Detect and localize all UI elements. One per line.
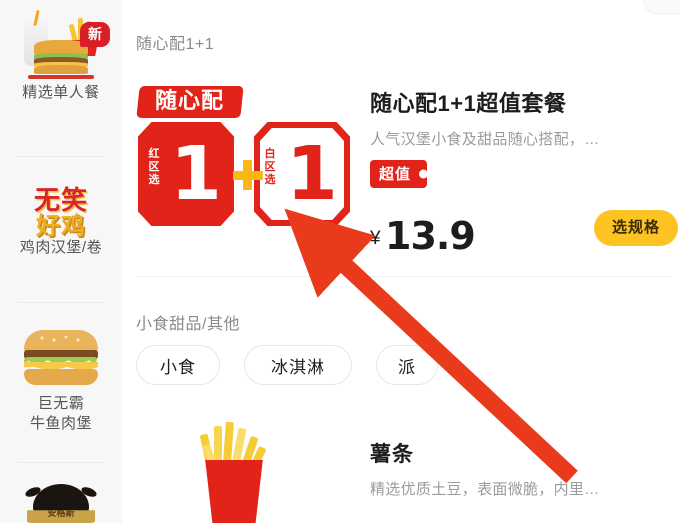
section-divider xyxy=(136,276,672,277)
value-badge: 超值 xyxy=(370,160,428,188)
chip-pie[interactable]: 派 xyxy=(376,345,438,385)
chip-ice-cream[interactable]: 冰淇淋 xyxy=(244,345,352,385)
section-header-snacks: 小食甜品/其他 xyxy=(136,316,240,333)
sidebar-item-label: 巨无霸 xyxy=(37,395,85,412)
sidebar-item-label-2: 牛鱼肉堡 xyxy=(29,415,92,432)
product-list-panel: 随心配1+1 随心配 红区选 1 白区选 1 随心配1+1超值套餐 人气汉堡小食… xyxy=(122,0,680,523)
product-description: 精选优质土豆，表面微脆，内里… xyxy=(370,481,600,498)
logo-line-2: 好鸡 xyxy=(36,212,86,240)
category-chip-group[interactable]: 小食 冰淇淋 派 xyxy=(136,345,438,385)
new-badge: 新 xyxy=(80,22,110,47)
product-info-fries: 薯条 精选优质土豆，表面微脆，内里… xyxy=(370,438,670,499)
plus-icon xyxy=(233,160,263,190)
angus-beef-icon: 安格斯 xyxy=(24,484,98,523)
sidebar-item-chicken-burger[interactable]: 无笑 好鸡 鸡肉汉堡/卷 xyxy=(0,176,122,286)
currency-symbol: ¥ xyxy=(370,228,381,249)
section-header-combo: 随心配1+1 xyxy=(136,36,215,53)
price-row: ¥ 13.9 选规格 xyxy=(370,208,678,258)
sidebar-item-angus[interactable]: 安格斯 xyxy=(0,478,122,523)
sidebar-divider xyxy=(18,462,104,463)
fries-carton xyxy=(205,460,263,523)
sidebar-item-single-meal[interactable]: 新 精选单人餐 xyxy=(0,8,122,130)
big-burger-icon xyxy=(24,330,98,386)
sidebar-divider xyxy=(18,302,104,303)
red-zone-text: 红区选 xyxy=(148,148,160,186)
category-sidebar[interactable]: 新 精选单人餐 无笑 好鸡 鸡肉汉堡/卷 巨无霸 牛鱼肉堡 安格斯 xyxy=(0,0,122,523)
chicken-burger-icon: 无笑 好鸡 xyxy=(15,180,107,240)
top-floating-pill[interactable] xyxy=(643,0,680,14)
product-title: 薯条 xyxy=(370,443,414,466)
brand-label-text: 随心配 xyxy=(155,89,225,114)
food-ordering-app: 新 精选单人餐 无笑 好鸡 鸡肉汉堡/卷 巨无霸 牛鱼肉堡 安格斯 随心配1+1… xyxy=(0,0,680,523)
product-image-combo[interactable]: 随心配 红区选 1 白区选 1 xyxy=(132,82,362,262)
product-info-combo: 随心配1+1超值套餐 人气汉堡小食及甜品随心搭配，… 超值 xyxy=(370,86,670,188)
select-spec-button[interactable]: 选规格 xyxy=(594,210,678,246)
sidebar-item-big-mac[interactable]: 巨无霸 牛鱼肉堡 xyxy=(0,322,122,452)
white-zone-number: 1 xyxy=(286,131,338,217)
chip-snacks[interactable]: 小食 xyxy=(136,345,220,385)
product-image-fries[interactable] xyxy=(162,420,312,523)
product-card-combo[interactable]: 随心配 红区选 1 白区选 1 随心配1+1超值套餐 人气汉堡小食及甜品随心搭配… xyxy=(122,82,678,262)
red-zone-number: 1 xyxy=(170,131,222,217)
product-price: 13.9 xyxy=(385,214,476,258)
sidebar-item-label: 精选单人餐 xyxy=(22,84,100,101)
product-description: 人气汉堡小食及甜品随心搭配，… xyxy=(370,131,600,148)
white-zone-card: 白区选 1 xyxy=(254,122,350,226)
red-zone-card: 红区选 1 xyxy=(138,122,234,226)
white-zone-text: 白区选 xyxy=(264,148,276,186)
product-card-fries[interactable]: 薯条 精选优质土豆，表面微脆，内里… xyxy=(122,420,672,523)
product-title: 随心配1+1超值套餐 xyxy=(370,91,567,116)
brand-label: 随心配 xyxy=(136,86,244,118)
sidebar-divider xyxy=(18,156,104,157)
